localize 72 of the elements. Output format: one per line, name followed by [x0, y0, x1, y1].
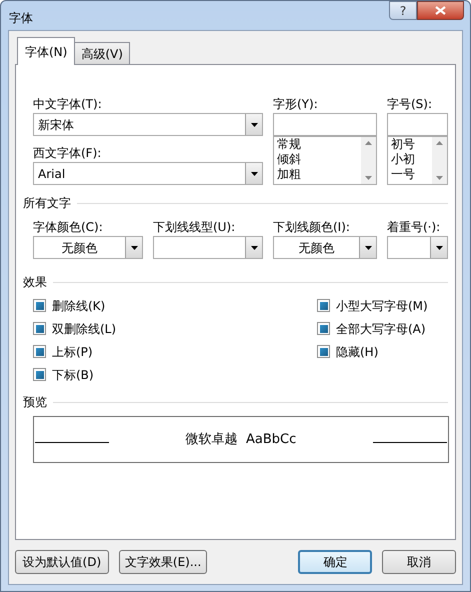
checkbox[interactable]: [33, 299, 46, 312]
dialog-button[interactable]: 文字效果(E)...: [118, 550, 208, 574]
checkbox[interactable]: [317, 299, 330, 312]
combo-value: Arial: [38, 166, 66, 182]
checkbox[interactable]: [33, 368, 46, 381]
combo-box[interactable]: 无颜色: [273, 236, 377, 259]
window-title: 字体: [9, 10, 34, 27]
scroll-up-icon: [365, 141, 372, 145]
checkbox[interactable]: [33, 345, 46, 358]
field-label: 字体颜色(C):: [33, 219, 104, 236]
checkbox-label: 删除线(K): [52, 298, 106, 314]
list-item[interactable]: 倾斜: [277, 152, 358, 167]
dropdown-button[interactable]: [245, 114, 262, 135]
combo-value: 无颜色: [62, 240, 98, 256]
section-title: 效果: [23, 274, 47, 291]
dropdown-button[interactable]: [245, 237, 262, 258]
field-label: 着重号(·):: [387, 219, 442, 236]
scroll-down-icon: [436, 176, 443, 180]
scroll-down-icon: [365, 176, 372, 180]
input-field[interactable]: [387, 113, 448, 136]
scroll-up-icon: [436, 141, 443, 145]
list-box[interactable]: 初号 小初 一号: [387, 136, 448, 185]
scrollbar[interactable]: [361, 137, 376, 184]
dropdown-button[interactable]: [430, 237, 447, 258]
close-button[interactable]: [417, 1, 464, 20]
tab[interactable]: 高级(V): [75, 42, 130, 64]
checkbox-label: 全部大写字母(A): [336, 320, 426, 338]
dialog-button[interactable]: 确定: [298, 550, 372, 574]
list-item[interactable]: 初号: [391, 137, 429, 152]
list-item[interactable]: 小初: [391, 152, 429, 167]
caret-icon: [130, 246, 138, 250]
field-label: 下划线颜色(I):: [273, 219, 351, 236]
caret-icon: [250, 122, 258, 126]
dialog-button[interactable]: 取消: [382, 550, 456, 574]
caret-icon: [250, 246, 258, 250]
field-label: 下划线线型(U):: [153, 219, 236, 236]
combo-box[interactable]: 新宋体: [33, 113, 263, 136]
dialog-button[interactable]: 设为默认值(D): [15, 550, 109, 574]
list-box[interactable]: 常规 倾斜 加粗: [273, 136, 377, 185]
checkbox-label: 隐藏(H): [336, 344, 378, 360]
checkbox-label: 小型大写字母(M): [336, 298, 428, 314]
caret-icon: [250, 172, 258, 176]
checkbox-label: 双删除线(L): [52, 320, 116, 338]
close-icon: [435, 6, 446, 15]
combo-value: 新宋体: [38, 116, 74, 134]
checkbox[interactable]: [33, 322, 46, 335]
checkbox[interactable]: [317, 345, 330, 358]
caret-icon: [364, 246, 372, 250]
combo-box[interactable]: Arial: [33, 162, 263, 185]
scrollbar[interactable]: [432, 137, 447, 184]
field-label: 字形(Y):: [273, 96, 319, 113]
caret-icon: [436, 246, 442, 250]
checkbox-label: 上标(P): [52, 344, 93, 360]
section-title: 预览: [23, 394, 47, 411]
section-title: 所有文字: [23, 195, 71, 212]
list-item[interactable]: 一号: [391, 167, 429, 182]
preview-text: 微软卓越 AaBbCc: [186, 430, 296, 449]
list-item[interactable]: 常规: [277, 137, 358, 152]
checkbox-label: 下标(B): [52, 366, 94, 384]
dropdown-button[interactable]: [245, 163, 262, 184]
list-item[interactable]: 加粗: [277, 167, 358, 182]
tab[interactable]: 字体(N): [17, 37, 76, 65]
field-label: 中文字体(T):: [33, 96, 103, 113]
field-label: 西文字体(F):: [33, 145, 102, 162]
dropdown-button[interactable]: [359, 237, 376, 258]
help-button[interactable]: ?: [389, 1, 417, 20]
input-field[interactable]: [273, 113, 377, 136]
combo-value: 无颜色: [298, 240, 334, 256]
combo-box[interactable]: 无颜色: [33, 236, 143, 259]
checkbox[interactable]: [317, 322, 330, 335]
dropdown-button[interactable]: [125, 237, 142, 258]
field-label: 字号(S):: [387, 96, 434, 113]
